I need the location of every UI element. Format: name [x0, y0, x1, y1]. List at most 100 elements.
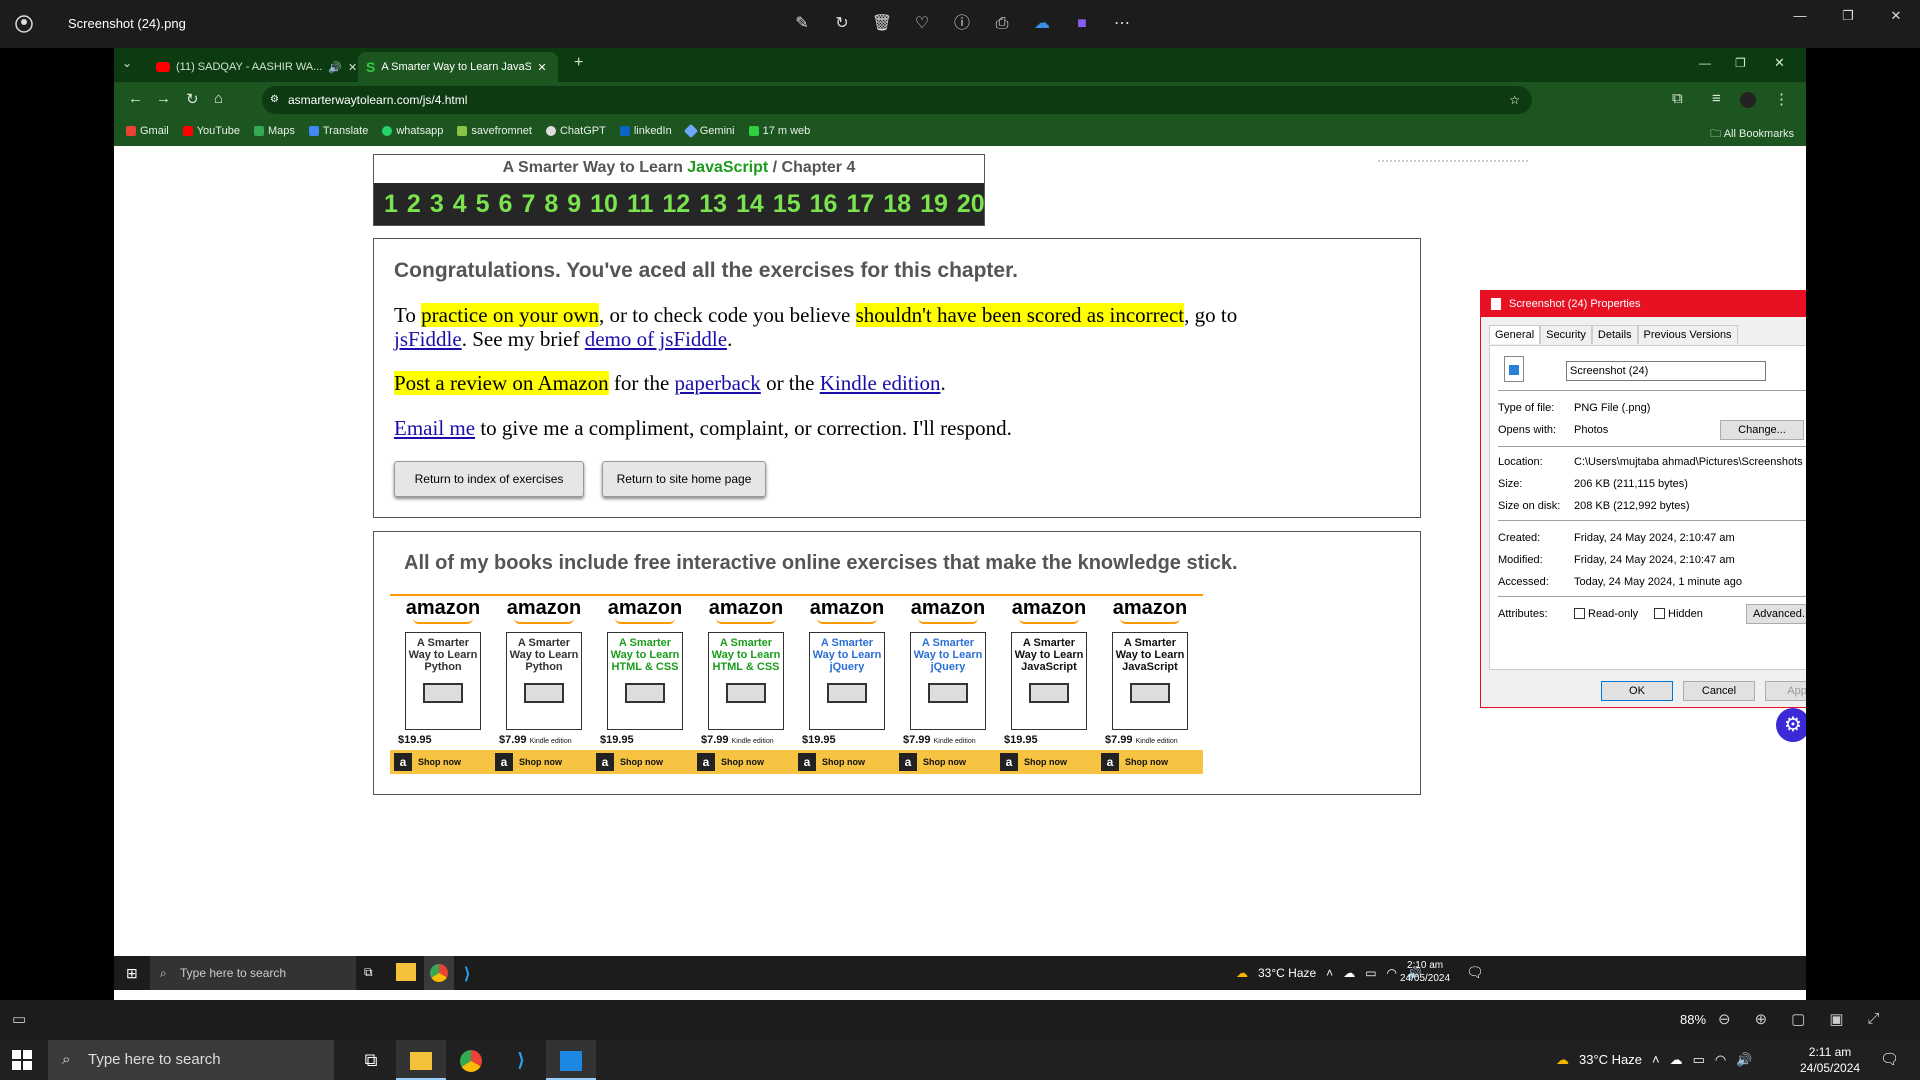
tab-close-icon[interactable]: ✕: [348, 61, 357, 74]
zoom-level[interactable]: 88%: [1680, 1012, 1706, 1027]
tab-security[interactable]: Security: [1540, 325, 1592, 344]
chapter-link[interactable]: 7: [521, 190, 535, 219]
chapter-link[interactable]: 15: [773, 190, 801, 219]
filmstrip-icon[interactable]: ▭: [12, 1010, 26, 1028]
weather-text[interactable]: 33°C Haze: [1258, 956, 1316, 990]
photos-icon[interactable]: [546, 1040, 596, 1080]
book-card[interactable]: amazon A Smarter Way to Learn HTML & CSS $…: [592, 594, 698, 774]
bookmark-youtube[interactable]: YouTube: [182, 125, 240, 137]
battery-icon[interactable]: ▭: [1693, 1040, 1705, 1080]
chapter-link[interactable]: 1: [384, 190, 398, 219]
tray-chevron-icon[interactable]: ˄: [1652, 1040, 1660, 1080]
bookmark-savefromnet[interactable]: savefromnet: [457, 125, 532, 137]
chapter-link[interactable]: 11: [627, 190, 653, 219]
favorite-icon[interactable]: ♡: [910, 12, 934, 36]
address-bar[interactable]: ⚙ asmarterwaytolearn.com/js/4.html ☆: [262, 86, 1532, 114]
media-icon[interactable]: ≡: [1712, 90, 1721, 107]
chapter-link[interactable]: 12: [662, 190, 690, 219]
hidden-checkbox[interactable]: Hidden: [1654, 608, 1703, 620]
vscode-icon[interactable]: ⟩: [496, 1040, 546, 1080]
kindle-link[interactable]: Kindle edition: [820, 371, 941, 395]
bookmark-whatsapp[interactable]: whatsapp: [382, 125, 443, 137]
windows-icon[interactable]: ⊞: [126, 965, 138, 982]
chapter-link[interactable]: 19: [920, 190, 948, 219]
shop-now-button[interactable]: Shop now: [794, 750, 900, 774]
shop-now-button[interactable]: Shop now: [1097, 750, 1203, 774]
browser-minimize-button[interactable]: —: [1699, 56, 1711, 70]
tab-details[interactable]: Details: [1591, 325, 1638, 344]
browser-restore-button[interactable]: ❐: [1735, 56, 1746, 70]
chapter-link[interactable]: 16: [810, 190, 838, 219]
close-button[interactable]: ✕: [1872, 0, 1920, 32]
paperback-link[interactable]: paperback: [675, 371, 761, 395]
task-view-icon[interactable]: ⧉: [364, 965, 373, 980]
chapter-link[interactable]: 8: [544, 190, 558, 219]
onedrive-icon[interactable]: ☁: [1343, 956, 1355, 990]
rotate-icon[interactable]: ↻: [830, 12, 854, 36]
notification-icon[interactable]: 🗨: [1466, 964, 1484, 981]
readonly-checkbox[interactable]: Read-only: [1574, 608, 1638, 620]
zoom-out-icon[interactable]: ⊖: [1718, 1010, 1731, 1028]
book-card[interactable]: amazon A Smarter Way to Learn JavaScript $…: [996, 594, 1102, 774]
onedrive-icon[interactable]: ☁: [1030, 12, 1054, 36]
bookmark-maps[interactable]: Maps: [253, 125, 295, 137]
clipchamp-icon[interactable]: ■: [1070, 12, 1094, 36]
chapter-link[interactable]: 13: [699, 190, 727, 219]
chapter-link[interactable]: 3: [430, 190, 444, 219]
tab-smarter-way[interactable]: S A Smarter Way to Learn JavaSc... ✕: [358, 52, 558, 82]
chrome-icon[interactable]: [446, 1040, 496, 1080]
jsfiddle-link[interactable]: jsFiddle: [394, 327, 462, 351]
bookmark-star-icon[interactable]: ☆: [1509, 86, 1520, 114]
info-icon[interactable]: ⓘ: [950, 12, 974, 36]
cancel-button[interactable]: Cancel: [1683, 681, 1755, 701]
new-tab-button[interactable]: +: [574, 54, 583, 72]
book-card[interactable]: amazon A Smarter Way to Learn JavaScript $…: [1097, 594, 1203, 774]
start-button[interactable]: [12, 1050, 32, 1070]
chrome-menu-icon[interactable]: ⋮: [1774, 90, 1789, 108]
chapter-link[interactable]: 10: [590, 190, 618, 219]
book-card[interactable]: amazon A Smarter Way to Learn Python $19.9…: [390, 594, 496, 774]
shop-now-button[interactable]: Shop now: [693, 750, 799, 774]
edit-image-icon[interactable]: ✎: [790, 12, 814, 36]
tab-youtube[interactable]: (11) SADQAY - AASHIR WA... 🔊 ✕: [148, 52, 368, 82]
weather-text[interactable]: 33°C Haze: [1579, 1040, 1642, 1080]
shop-now-button[interactable]: Shop now: [491, 750, 597, 774]
apply-button[interactable]: Apply: [1765, 681, 1806, 701]
return-index-button[interactable]: Return to index of exercises: [394, 461, 584, 497]
shop-now-button[interactable]: Shop now: [895, 750, 1001, 774]
book-card[interactable]: amazon A Smarter Way to Learn jQuery $19.9…: [794, 594, 900, 774]
inner-search-box[interactable]: ⌕ Type here to search: [150, 956, 356, 990]
fullscreen-icon[interactable]: ⤢: [1868, 1010, 1880, 1028]
volume-icon[interactable]: 🔊: [1736, 1040, 1752, 1080]
chrome-taskbar-icon[interactable]: [424, 956, 454, 990]
file-explorer-icon[interactable]: [396, 1040, 446, 1080]
tab-previous-versions[interactable]: Previous Versions: [1637, 325, 1738, 344]
bookmark-gemini[interactable]: Gemini: [683, 123, 735, 139]
change-button[interactable]: Change...: [1720, 420, 1804, 440]
chapter-link[interactable]: 17: [846, 190, 874, 219]
notification-icon[interactable]: 🗨: [1880, 1050, 1899, 1068]
shop-now-button[interactable]: Shop now: [996, 750, 1102, 774]
bookmark-gmail[interactable]: Gmail: [126, 125, 169, 137]
print-icon[interactable]: ⎙: [990, 12, 1014, 36]
forward-icon[interactable]: →: [156, 90, 171, 107]
bookmark-translate[interactable]: Translate: [308, 125, 368, 137]
bookmark-linkedin[interactable]: linkedIn: [619, 125, 672, 137]
chapter-link[interactable]: 4: [453, 190, 467, 219]
advanced-button[interactable]: Advanced...: [1746, 604, 1806, 624]
chapter-link[interactable]: 18: [883, 190, 911, 219]
file-explorer-icon[interactable]: [396, 963, 416, 981]
wifi-icon[interactable]: ◠: [1715, 1040, 1726, 1080]
battery-icon[interactable]: ▭: [1365, 956, 1376, 990]
return-home-button[interactable]: Return to site home page: [602, 461, 766, 497]
wifi-icon[interactable]: ◠: [1387, 956, 1397, 990]
reload-icon[interactable]: ↻: [186, 90, 199, 108]
tray-chevron-icon[interactable]: ˄: [1326, 956, 1333, 990]
ok-button[interactable]: OK: [1601, 681, 1673, 701]
site-info-icon[interactable]: ⚙: [270, 86, 279, 114]
back-icon[interactable]: ←: [128, 90, 143, 107]
browser-close-button[interactable]: ✕: [1774, 55, 1785, 71]
taskbar-clock[interactable]: 2:11 am 24/05/2024: [1800, 1044, 1860, 1076]
shop-now-button[interactable]: Shop now: [390, 750, 496, 774]
shop-now-button[interactable]: Shop now: [592, 750, 698, 774]
